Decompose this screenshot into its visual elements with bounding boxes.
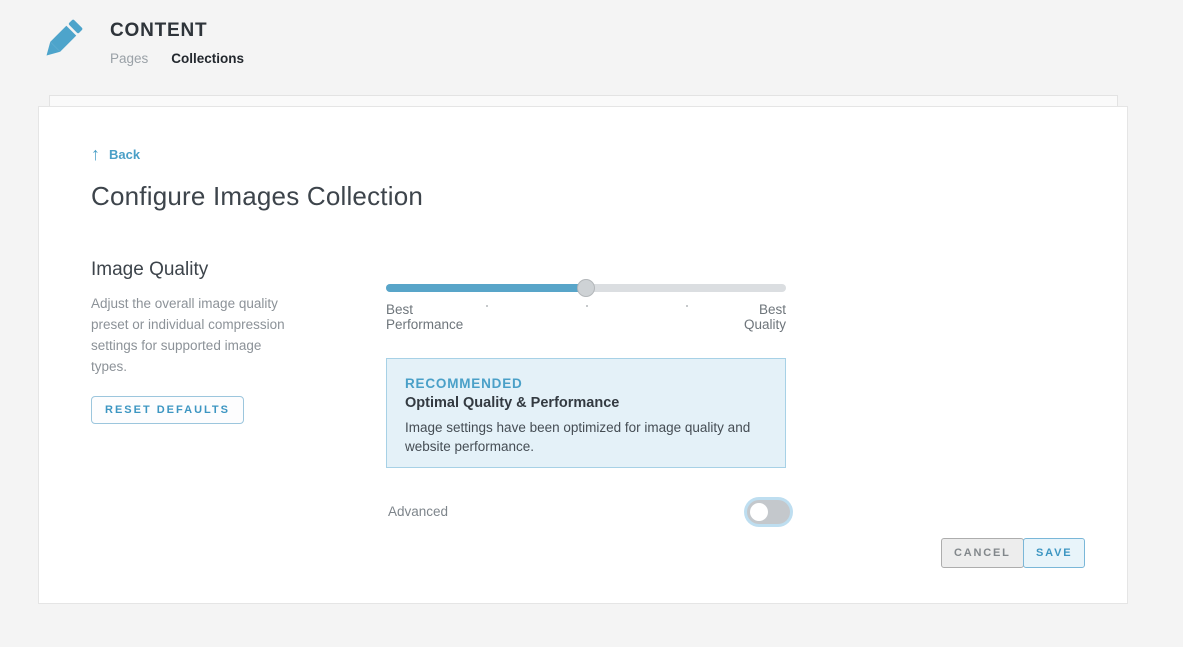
recommended-description: Image settings have been optimized for i… xyxy=(405,418,760,456)
tab-pages[interactable]: Pages xyxy=(110,51,148,66)
back-link-label: Back xyxy=(109,147,140,162)
reset-defaults-button[interactable]: RESET DEFAULTS xyxy=(91,396,244,424)
image-quality-description: Adjust the overall image quality preset … xyxy=(91,293,301,377)
slider-labels: Best Performance Best Quality xyxy=(386,303,786,332)
header-tabs: Pages Collections xyxy=(110,51,244,66)
save-button[interactable]: SAVE xyxy=(1023,538,1085,568)
pencil-icon xyxy=(34,12,90,68)
toggle-knob xyxy=(750,503,768,521)
slider-label-best-performance: Best Performance xyxy=(386,303,481,332)
image-quality-section-title: Image Quality xyxy=(91,259,208,281)
recommended-title: Optimal Quality & Performance xyxy=(405,395,767,411)
slider-thumb[interactable] xyxy=(577,279,595,297)
tab-collections[interactable]: Collections xyxy=(171,51,244,66)
slider-label-best-quality: Best Quality xyxy=(726,303,786,332)
app-title: CONTENT xyxy=(110,20,244,42)
advanced-toggle[interactable] xyxy=(747,500,790,524)
slider-fill xyxy=(386,284,586,292)
app-header: CONTENT Pages Collections xyxy=(0,0,1183,90)
recommended-badge: RECOMMENDED xyxy=(405,376,767,391)
up-arrow-icon: ↑ xyxy=(91,145,100,163)
configure-images-card: ↑ Back Configure Images Collection Image… xyxy=(38,106,1128,604)
back-link[interactable]: ↑ Back xyxy=(91,145,140,163)
page-title: Configure Images Collection xyxy=(91,181,423,212)
cancel-button[interactable]: CANCEL xyxy=(941,538,1024,568)
advanced-label: Advanced xyxy=(388,504,448,519)
recommended-panel: RECOMMENDED Optimal Quality & Performanc… xyxy=(386,358,786,468)
